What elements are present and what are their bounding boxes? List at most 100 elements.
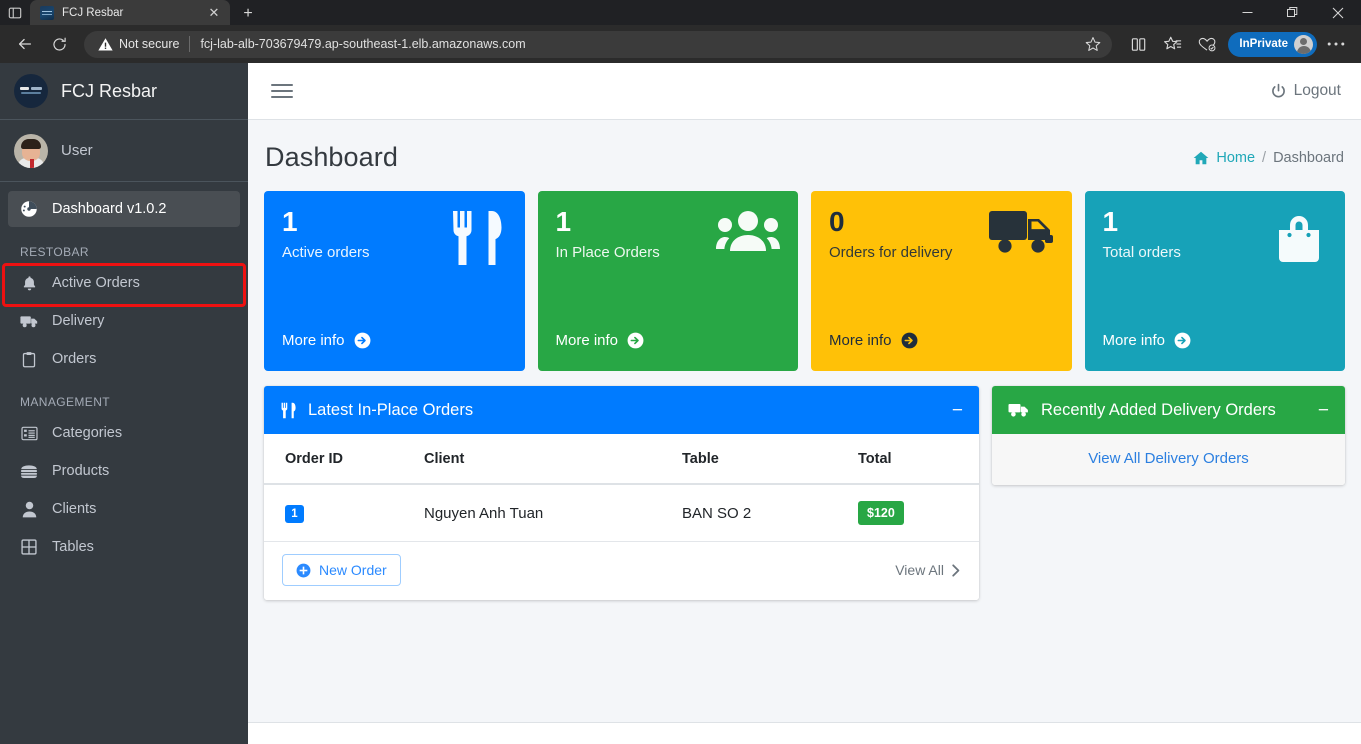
page-viewport: FCJ Resbar User Dashboard v1.0.2 RESTOBA… [0,63,1361,744]
sidebar-item-tables[interactable]: Tables [8,529,240,565]
hamburger-icon[interactable] [271,84,293,98]
minus-icon[interactable]: − [1318,401,1329,420]
more-info-label: More info [555,332,619,349]
breadcrumb-home-link[interactable]: Home [1216,150,1255,166]
new-order-label: New Order [319,562,387,578]
close-icon[interactable] [1315,0,1361,25]
home-icon [1193,151,1209,164]
column-header-order-id: Order ID [264,434,424,485]
sidebar-user-panel[interactable]: User [0,120,248,182]
logout-button[interactable]: Logout [1270,82,1341,100]
more-info-link[interactable]: More info [556,332,645,349]
shopping-bag-icon [1271,209,1327,270]
minimize-icon[interactable] [1225,0,1270,25]
browser-tab[interactable]: FCJ Resbar ✕ [30,0,230,25]
collections-icon[interactable] [1158,30,1188,58]
fcj-resbar-favicon [40,5,54,20]
panel-header: Latest In-Place Orders − [264,386,979,434]
new-tab-button[interactable]: + [234,3,262,25]
stat-card-in-place-orders[interactable]: 1 In Place Orders More info [537,191,798,371]
cell-order-id: 1 [264,484,424,542]
sidebar-section-restobar-header: RESTOBAR [20,245,89,259]
sidebar-item-active-orders[interactable]: Active Orders [8,265,240,301]
star-icon[interactable] [1080,31,1106,57]
sidebar-item-categories[interactable]: Categories [8,415,240,451]
stat-card-orders-for-delivery[interactable]: 0 Orders for delivery More info [811,191,1072,371]
breadcrumb-separator: / [1262,149,1267,166]
sidebar-item-label: Delivery [52,313,105,329]
address-bar[interactable]: Not secure fcj-lab-alb-703679479.ap-sout… [84,30,1113,58]
list-alt-icon [18,426,40,441]
panel-header: Recently Added Delivery Orders − [992,386,1345,434]
more-info-link[interactable]: More info [1103,332,1192,349]
restore-icon[interactable] [1270,0,1315,25]
table-grid-icon [18,539,40,555]
hamburger-food-icon [18,464,40,479]
close-icon[interactable]: ✕ [206,6,222,19]
sidebar-item-products[interactable]: Products [8,453,240,489]
breadcrumb: Home / Dashboard [1193,150,1344,166]
panel-title: Latest In-Place Orders [308,400,474,419]
page-header: Dashboard Home / Dashboard [264,120,1345,191]
sidebar-item-dashboard[interactable]: Dashboard v1.0.2 [8,191,240,227]
truck-icon [988,209,1054,262]
view-all-label: View All [895,562,944,578]
cell-total: $120 [858,484,979,542]
table-row[interactable]: 1 Nguyen Anh Tuan BAN SO 2 $120 [264,484,979,542]
omnibox-divider [189,36,191,52]
browser-essentials-icon[interactable] [1192,30,1222,58]
avatar [1294,34,1313,54]
order-id-badge: 1 [285,504,304,523]
inprivate-profile-badge[interactable]: InPrivate [1228,31,1317,57]
panel-title: Recently Added Delivery Orders [1041,400,1276,419]
power-icon [1271,83,1285,97]
recent-delivery-orders-panel: Recently Added Delivery Orders − View Al… [992,386,1345,485]
panel-footer: New Order View All [264,542,979,600]
back-arrow-icon[interactable] [10,30,40,58]
new-order-button[interactable]: New Order [282,554,401,586]
chevron-right-icon [952,563,960,577]
tab-search-icon[interactable] [0,0,30,25]
ellipsis-icon[interactable] [1321,30,1351,58]
tachometer-icon [18,200,40,218]
panel-footer: View All Delivery Orders [992,434,1345,485]
sidebar-item-label: Products [52,463,110,479]
minus-icon[interactable]: − [952,401,963,420]
panels-row: Latest In-Place Orders − Order ID Client… [264,386,1345,600]
sidebar-item-label: Dashboard v1.0.2 [52,201,167,217]
more-info-label: More info [1102,332,1166,349]
view-all-link[interactable]: View All [895,562,961,578]
arrow-circle-right-icon [1174,332,1191,349]
page-title: Dashboard [265,142,398,172]
content-area: Logout Dashboard Home / Dashboard 1 Acti… [248,63,1361,744]
sidebar: FCJ Resbar User Dashboard v1.0.2 RESTOBA… [0,63,248,744]
cell-table: BAN SO 2 [682,484,858,542]
stat-card-active-orders[interactable]: 1 Active orders More info [264,191,525,371]
sidebar-section-management-header: MANAGEMENT [20,395,111,409]
warning-triangle-icon [98,37,113,51]
sidebar-item-label: Tables [52,539,94,555]
view-all-delivery-orders-link[interactable]: View All Delivery Orders [1088,450,1249,467]
sidebar-bottom-filler [0,722,248,744]
utensils-icon [447,209,507,272]
sidebar-item-delivery[interactable]: Delivery [8,303,240,339]
more-info-link[interactable]: More info [829,332,918,349]
sidebar-item-orders[interactable]: Orders [8,341,240,377]
top-navbar: Logout [248,63,1361,120]
more-info-link[interactable]: More info [282,332,371,349]
stat-card-total-orders[interactable]: 1 Total orders More info [1084,191,1345,371]
url-text: fcj-lab-alb-703679479.ap-southeast-1.elb… [200,37,526,51]
window-controls [1225,0,1361,25]
brand-label: FCJ Resbar [61,80,158,101]
user-name-label: User [61,142,93,159]
truck-icon [1008,404,1028,417]
reload-icon[interactable] [44,30,74,58]
sidebar-brand[interactable]: FCJ Resbar [0,63,248,120]
fcj-logo [14,74,48,108]
sidebar-item-clients[interactable]: Clients [8,491,240,527]
bell-icon [18,275,40,292]
tab-title: FCJ Resbar [62,6,124,19]
more-info-label: More info [282,332,345,349]
split-screen-icon[interactable] [1124,30,1154,58]
sidebar-item-label: Categories [52,425,123,441]
